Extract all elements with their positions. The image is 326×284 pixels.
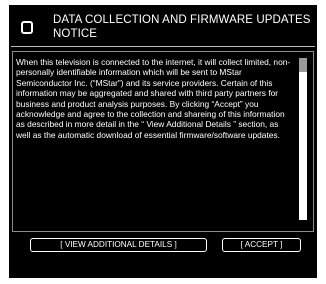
title-divider [11,46,315,47]
dialog-title: DATA COLLECTION AND FIRMWARE UPDATES NOT… [53,14,311,40]
scrollbar-thumb[interactable] [299,58,307,72]
accept-button[interactable]: [ ACCEPT ] [222,238,301,252]
checkbox-icon[interactable] [21,21,33,34]
view-additional-details-button[interactable]: [ VIEW ADDITIONAL DETAILS ] [30,238,207,252]
scrollbar-track[interactable] [299,58,307,220]
notice-body-text: When this television is connected to the… [16,57,291,140]
data-collection-notice-dialog: DATA COLLECTION AND FIRMWARE UPDATES NOT… [9,5,317,278]
